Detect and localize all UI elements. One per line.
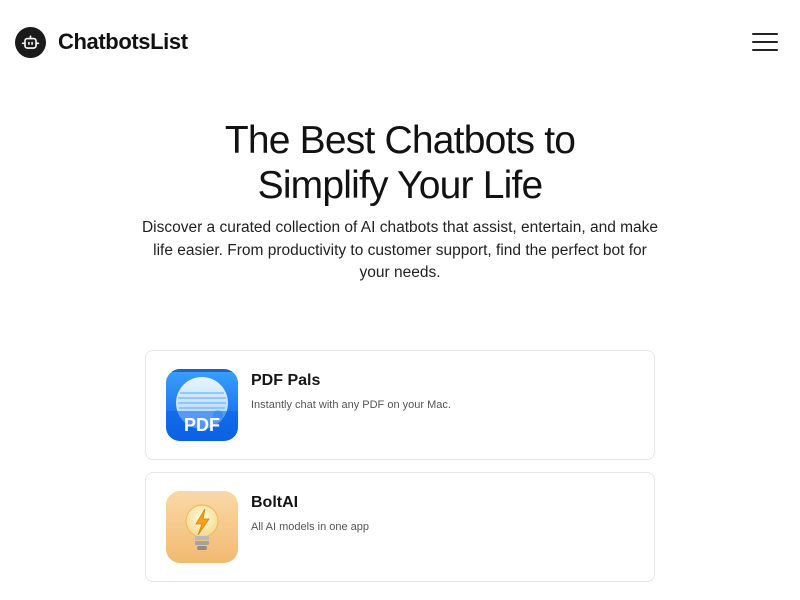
chatbot-name: PDF Pals (251, 372, 321, 389)
lightbulb-bolt-icon (166, 491, 238, 563)
chatbot-card-boltai[interactable]: BoltAI All AI models in one app (145, 472, 655, 582)
hamburger-menu-icon[interactable] (752, 31, 778, 53)
page-title: The Best Chatbots to Simplify Your Life (224, 119, 576, 207)
pdf-icon-label: PDF (184, 415, 220, 435)
brand-link[interactable]: ChatbotsList (15, 26, 188, 58)
site-header: ChatbotsList (0, 0, 800, 84)
chatbot-card-pdf-pals[interactable]: PDF PDF Pals Instantly chat with any PDF… (145, 350, 655, 460)
chatbot-description: Instantly chat with any PDF on your Mac. (251, 399, 451, 411)
page-subtitle: Discover a curated collection of AI chat… (141, 219, 659, 281)
hero-section: The Best Chatbots to Simplify Your Life … (0, 118, 800, 285)
brand-name: ChatbotsList (58, 29, 188, 54)
chatbot-description: All AI models in one app (251, 521, 370, 533)
robot-icon (15, 26, 46, 58)
chatbot-name: BoltAI (251, 494, 299, 511)
pdf-document-icon: PDF (166, 369, 238, 441)
chatbot-list: PDF PDF Pals Instantly chat with any PDF… (145, 350, 655, 594)
